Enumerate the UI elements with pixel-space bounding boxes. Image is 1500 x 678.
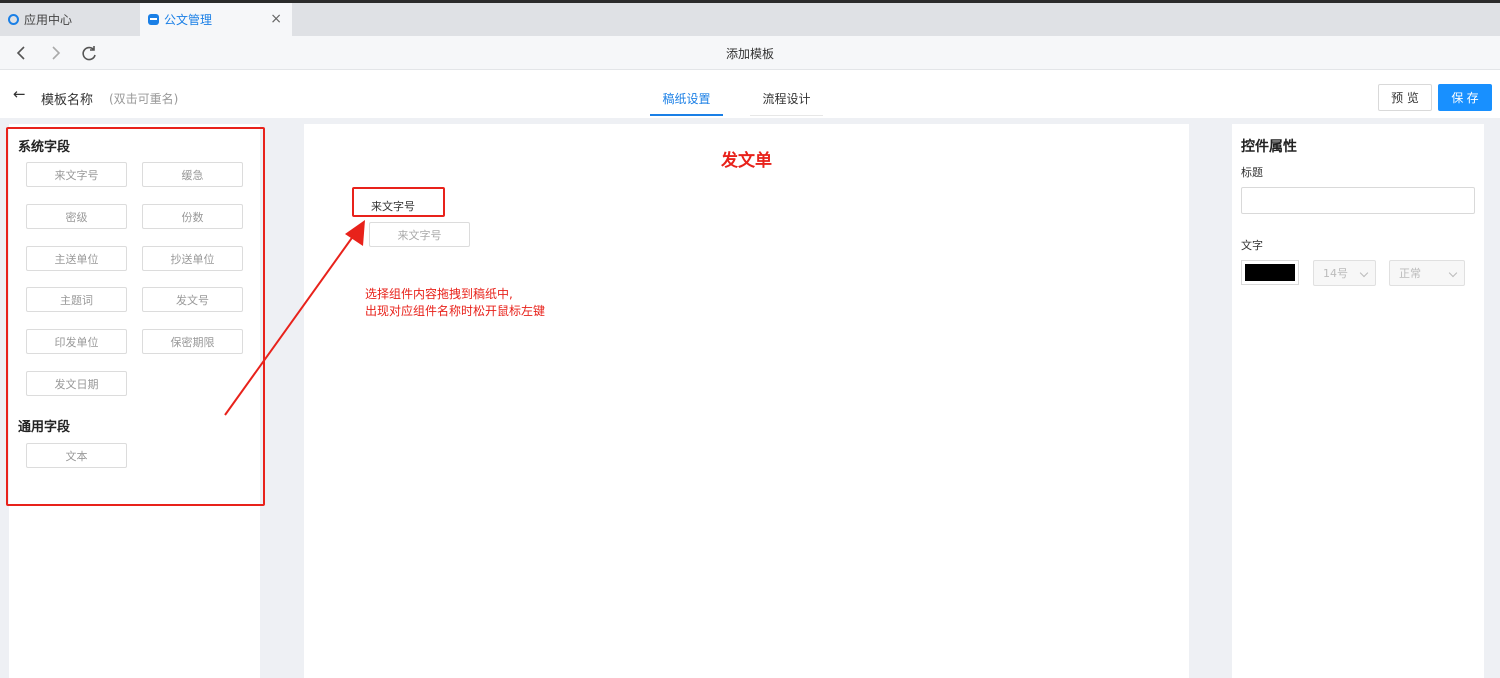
template-name[interactable]: 模板名称 <box>41 89 93 108</box>
tab-label: 公文管理 <box>164 13 213 27</box>
tab-app-center[interactable]: 应用中心 <box>0 3 140 36</box>
title-label: 标题 <box>1241 166 1263 179</box>
properties-title: 控件属性 <box>1241 139 1297 155</box>
font-weight-value: 正常 <box>1399 267 1421 280</box>
text-color-picker[interactable] <box>1241 260 1299 285</box>
rename-hint: (双击可重名) <box>109 92 179 106</box>
document-title: 发文单 <box>721 151 772 171</box>
tab-paper-settings[interactable]: 稿纸设置 <box>650 90 723 116</box>
save-button[interactable]: 保 存 <box>1438 84 1492 111</box>
annotation-text: 选择组件内容拖拽到稿纸中, <box>365 287 513 301</box>
browser-tab-strip: 应用中心 公文管理 × <box>0 3 1500 36</box>
annotation-arrow-icon <box>224 220 365 416</box>
tab-label: 应用中心 <box>24 13 73 27</box>
page-title: 添加模板 <box>725 47 774 61</box>
close-icon[interactable]: × <box>270 11 282 27</box>
font-size-select[interactable]: 14号 <box>1313 260 1376 286</box>
document-icon <box>148 14 159 25</box>
color-swatch-fill <box>1245 264 1295 281</box>
font-weight-select[interactable]: 正常 <box>1389 260 1465 286</box>
arrow-left-icon[interactable]: ← <box>13 87 26 102</box>
drag-ghost-chip: 来文字号 <box>369 222 470 247</box>
text-label: 文字 <box>1241 239 1263 252</box>
tab-flow-design[interactable]: 流程设计 <box>750 90 823 116</box>
preview-button[interactable]: 预 览 <box>1378 84 1432 111</box>
editor-header: ← 模板名称 (双击可重名) 稿纸设置 流程设计 预 览 保 存 <box>0 70 1500 118</box>
font-size-value: 14号 <box>1323 267 1348 280</box>
chevron-down-icon <box>1448 268 1458 278</box>
app-center-icon <box>8 14 19 25</box>
tab-document-management[interactable]: 公文管理 × <box>140 3 292 36</box>
placed-field-label: 来文字号 <box>371 200 415 213</box>
chevron-down-icon <box>1359 268 1369 278</box>
navigation-bar: 添加模板 <box>0 36 1500 70</box>
annotation-text: 出现对应组件名称时松开鼠标左键 <box>365 304 546 318</box>
title-input[interactable] <box>1241 187 1475 214</box>
